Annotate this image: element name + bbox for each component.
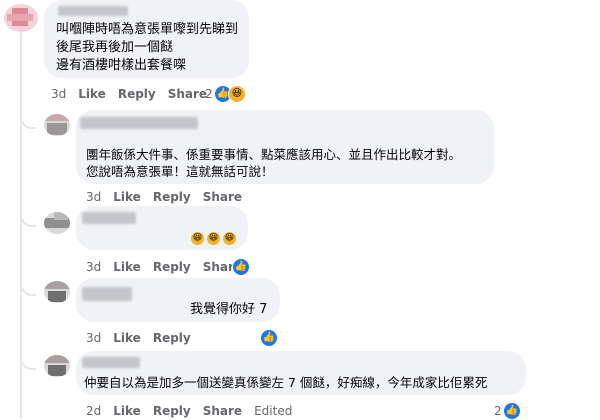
avatar[interactable]	[44, 212, 70, 234]
like-icon: 👍	[260, 329, 278, 347]
reaction-count[interactable]: 2	[494, 404, 502, 418]
haha-icon: 😆	[207, 232, 220, 245]
comment-actions: 3d Like Reply Share	[51, 87, 219, 101]
comment-text-line: 團年飯係大件事、係重要事情、點菜應該用心、並且作出比較才對。	[86, 147, 462, 162]
avatar[interactable]	[44, 355, 70, 377]
comment-actions: 2d Like Reply Share Edited	[86, 404, 304, 418]
share-button[interactable]: Share	[203, 404, 242, 418]
like-button[interactable]: Like	[113, 331, 141, 345]
comment-actions: 3d Like Reply Share	[86, 190, 254, 204]
share-button[interactable]: Share	[203, 190, 242, 204]
haha-icon: 😆	[223, 232, 236, 245]
timestamp[interactable]: 2d	[86, 404, 101, 418]
author-name[interactable]	[82, 212, 136, 224]
haha-icon: 😆	[191, 232, 204, 245]
like-button[interactable]: Like	[78, 87, 106, 101]
author-name[interactable]	[58, 6, 128, 16]
comment-actions: 3d Like Reply Share	[86, 260, 254, 274]
like-icon: 👍	[503, 402, 521, 420]
author-name[interactable]	[80, 117, 198, 129]
comment-actions: 3d Like Reply	[86, 331, 203, 345]
like-button[interactable]: Like	[113, 260, 141, 274]
comment-text: 我覺得你好 7	[190, 302, 268, 317]
like-button[interactable]: Like	[113, 404, 141, 418]
edited-label: Edited	[254, 404, 293, 418]
reply-button[interactable]: Reply	[153, 331, 191, 345]
reply-button[interactable]: Reply	[153, 260, 191, 274]
thread-branch	[20, 113, 36, 129]
like-button[interactable]: Like	[113, 190, 141, 204]
comment-text-line: 邊有酒樓咁樣出套餐㗎	[56, 58, 187, 73]
reaction-count[interactable]: 2	[205, 87, 213, 101]
reply-button[interactable]: Reply	[153, 404, 191, 418]
comment-text-line: 您說唔為意張單！這就無話可說！	[86, 164, 274, 179]
thread-branch	[20, 211, 36, 227]
avatar[interactable]	[4, 4, 38, 32]
thread-branch	[20, 280, 36, 296]
author-name[interactable]	[82, 357, 140, 368]
reply-button[interactable]: Reply	[153, 190, 191, 204]
timestamp[interactable]: 3d	[86, 260, 101, 274]
timestamp[interactable]: 3d	[51, 87, 66, 101]
author-name[interactable]	[82, 287, 132, 301]
haha-icon: 😆	[228, 85, 246, 103]
reply-button[interactable]: Reply	[118, 87, 156, 101]
thread-branch	[20, 354, 36, 370]
timestamp[interactable]: 3d	[86, 331, 101, 345]
comment-text: 仲要自以為是加多一個送變真係變左 7 個餸，好痴線，今年成家比佢累死	[84, 375, 488, 390]
timestamp[interactable]: 3d	[86, 190, 101, 204]
comment-text-line: 後尾我再後加一個餸	[56, 40, 174, 55]
comment-text-line: 叫嗰陣時唔為意張單嚟到先睇到	[56, 22, 239, 37]
avatar[interactable]	[44, 114, 70, 136]
share-button[interactable]: Share	[168, 87, 207, 101]
avatar[interactable]	[44, 281, 70, 303]
like-icon: 👍	[232, 258, 250, 276]
